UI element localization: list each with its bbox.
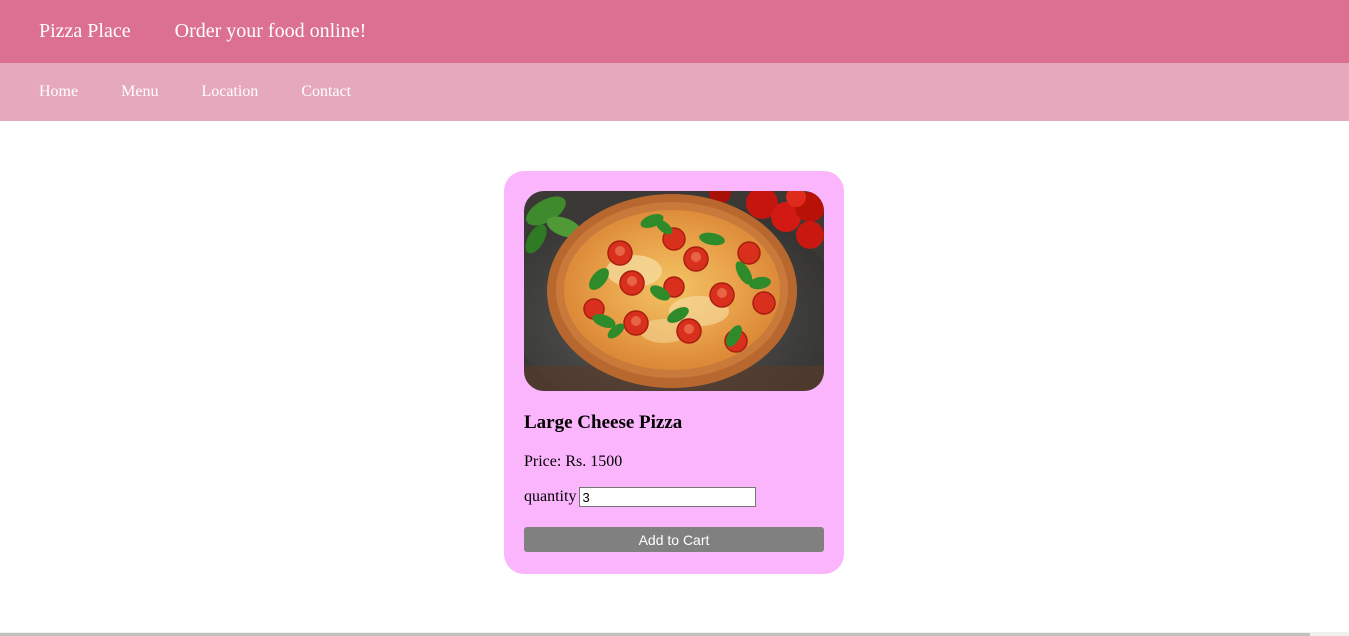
nav-item-contact[interactable]: Contact — [301, 83, 351, 101]
site-tagline: Order your food online! — [174, 20, 367, 42]
nav-item-menu[interactable]: Menu — [121, 83, 158, 101]
horizontal-scrollbar[interactable] — [0, 632, 1349, 636]
add-to-cart-button[interactable]: Add to Cart — [524, 527, 824, 552]
product-card: Large Cheese Pizza Price: Rs. 1500 quant… — [504, 171, 844, 574]
nav-item-home[interactable]: Home — [39, 83, 78, 101]
pizza-photo — [524, 191, 824, 391]
site-brand: Pizza Place — [39, 20, 131, 42]
quantity-label: quantity — [524, 488, 577, 505]
product-price: Price: Rs. 1500 — [524, 453, 623, 470]
nav-item-location[interactable]: Location — [201, 83, 258, 101]
quantity-row: quantity — [524, 487, 824, 507]
product-name: Large Cheese Pizza — [524, 412, 683, 433]
site-header: Pizza Place Order your food online! — [0, 0, 1349, 63]
quantity-input[interactable] — [579, 487, 757, 507]
main-nav: Home Menu Location Contact — [0, 63, 1349, 121]
